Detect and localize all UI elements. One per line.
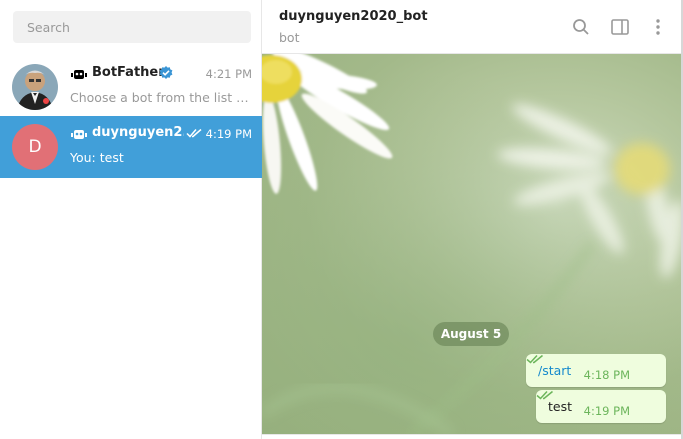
more-vertical-icon bbox=[656, 19, 660, 35]
command-link[interactable]: /start bbox=[538, 363, 571, 378]
verified-badge-icon bbox=[159, 66, 173, 79]
chat-item-botfather[interactable]: BotFather 4:21 PM Choose a bot from the … bbox=[0, 56, 262, 118]
chat-background: August 5 /start 4:18 PM test 4:19 PM bbox=[262, 54, 683, 434]
search-input[interactable] bbox=[13, 11, 251, 43]
double-check-icon bbox=[186, 128, 202, 138]
double-check-icon bbox=[536, 390, 553, 400]
date-separator: August 5 bbox=[433, 322, 509, 346]
chat-area: duynguyen2020_bot bot August 5 /start 4:… bbox=[262, 0, 683, 439]
telegram-window: BotFather 4:21 PM Choose a bot from the … bbox=[0, 0, 683, 439]
chat-preview: Choose a bot from the list be... bbox=[70, 90, 252, 105]
chat-title[interactable]: duynguyen2020_bot bbox=[279, 9, 428, 24]
bot-icon bbox=[71, 130, 87, 139]
avatar: D bbox=[12, 124, 58, 170]
sidebar-toggle-icon bbox=[611, 19, 629, 35]
more-button[interactable] bbox=[647, 16, 669, 38]
search-icon bbox=[573, 19, 589, 35]
chat-time: 4:19 PM bbox=[205, 127, 252, 141]
botfather-avatar bbox=[12, 64, 58, 110]
chat-header: duynguyen2020_bot bot bbox=[262, 0, 683, 54]
chat-status: bot bbox=[279, 30, 300, 45]
message-text: test bbox=[548, 399, 573, 414]
chat-name: duynguyen2... bbox=[92, 125, 184, 140]
sidebar-toggle-button[interactable] bbox=[609, 16, 631, 38]
chat-preview: You: test bbox=[70, 150, 124, 165]
double-check-icon bbox=[526, 354, 543, 364]
sidebar: BotFather 4:21 PM Choose a bot from the … bbox=[0, 0, 262, 439]
message-time: 4:18 PM bbox=[583, 368, 630, 382]
bot-icon bbox=[71, 70, 87, 79]
message-bubble-start[interactable]: /start 4:18 PM bbox=[526, 354, 666, 387]
search-button[interactable] bbox=[570, 16, 592, 38]
chat-item-duynguyen-bot[interactable]: D duynguyen2... 4:19 PM You: test bbox=[0, 116, 262, 178]
chat-name: BotFather bbox=[92, 65, 165, 80]
message-input-area[interactable] bbox=[262, 434, 683, 439]
chat-time: 4:21 PM bbox=[205, 67, 252, 81]
search-box[interactable] bbox=[13, 11, 251, 43]
message-time: 4:19 PM bbox=[583, 404, 630, 418]
message-bubble-test[interactable]: test 4:19 PM bbox=[536, 390, 666, 423]
